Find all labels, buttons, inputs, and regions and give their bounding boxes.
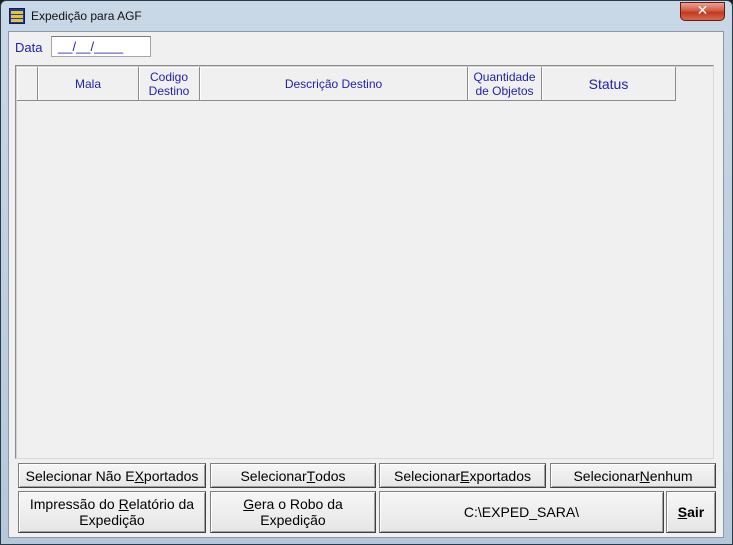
- select-not-exported-button[interactable]: Selecionar Não E Xportados: [18, 463, 206, 488]
- close-button[interactable]: ✕: [680, 2, 725, 21]
- close-icon: ✕: [696, 3, 709, 19]
- print-report-button[interactable]: Impressão do Relatório da Expedição: [18, 491, 206, 533]
- column-header-mala[interactable]: Mala: [38, 67, 139, 101]
- grid-header: Mala Codigo Destino Descrição Destino Qu…: [17, 67, 676, 101]
- select-exported-button[interactable]: Selecionar Exportados: [379, 463, 546, 488]
- exit-button[interactable]: Sair: [666, 491, 716, 533]
- export-path-button[interactable]: C:\EXPED_SARA\: [379, 491, 664, 533]
- column-header-quantidade-objetos[interactable]: Quantidade de Objetos: [468, 67, 542, 101]
- client-area: Data __/__/____ Mala Codigo Destino Desc…: [8, 31, 724, 538]
- main-window: Expedição para AGF ✕ Data __/__/____ Mal…: [0, 0, 733, 545]
- window-title: Expedição para AGF: [31, 9, 142, 23]
- app-icon: [9, 8, 25, 24]
- select-none-button[interactable]: Selecionar Nenhum: [550, 463, 716, 488]
- column-header-codigo-destino[interactable]: Codigo Destino: [139, 67, 200, 101]
- column-header-descricao-destino[interactable]: Descrição Destino: [200, 67, 468, 101]
- column-header-status[interactable]: Status: [542, 67, 676, 101]
- expedition-grid[interactable]: Mala Codigo Destino Descrição Destino Qu…: [15, 65, 714, 459]
- column-header-select[interactable]: [17, 67, 38, 101]
- date-label: Data: [15, 40, 43, 55]
- title-bar[interactable]: Expedição para AGF ✕: [1, 1, 732, 31]
- date-input[interactable]: __/__/____: [51, 36, 151, 57]
- generate-robot-button[interactable]: Gera o Robo da Expedição: [210, 491, 376, 533]
- select-all-button[interactable]: Selecionar Todos: [210, 463, 376, 488]
